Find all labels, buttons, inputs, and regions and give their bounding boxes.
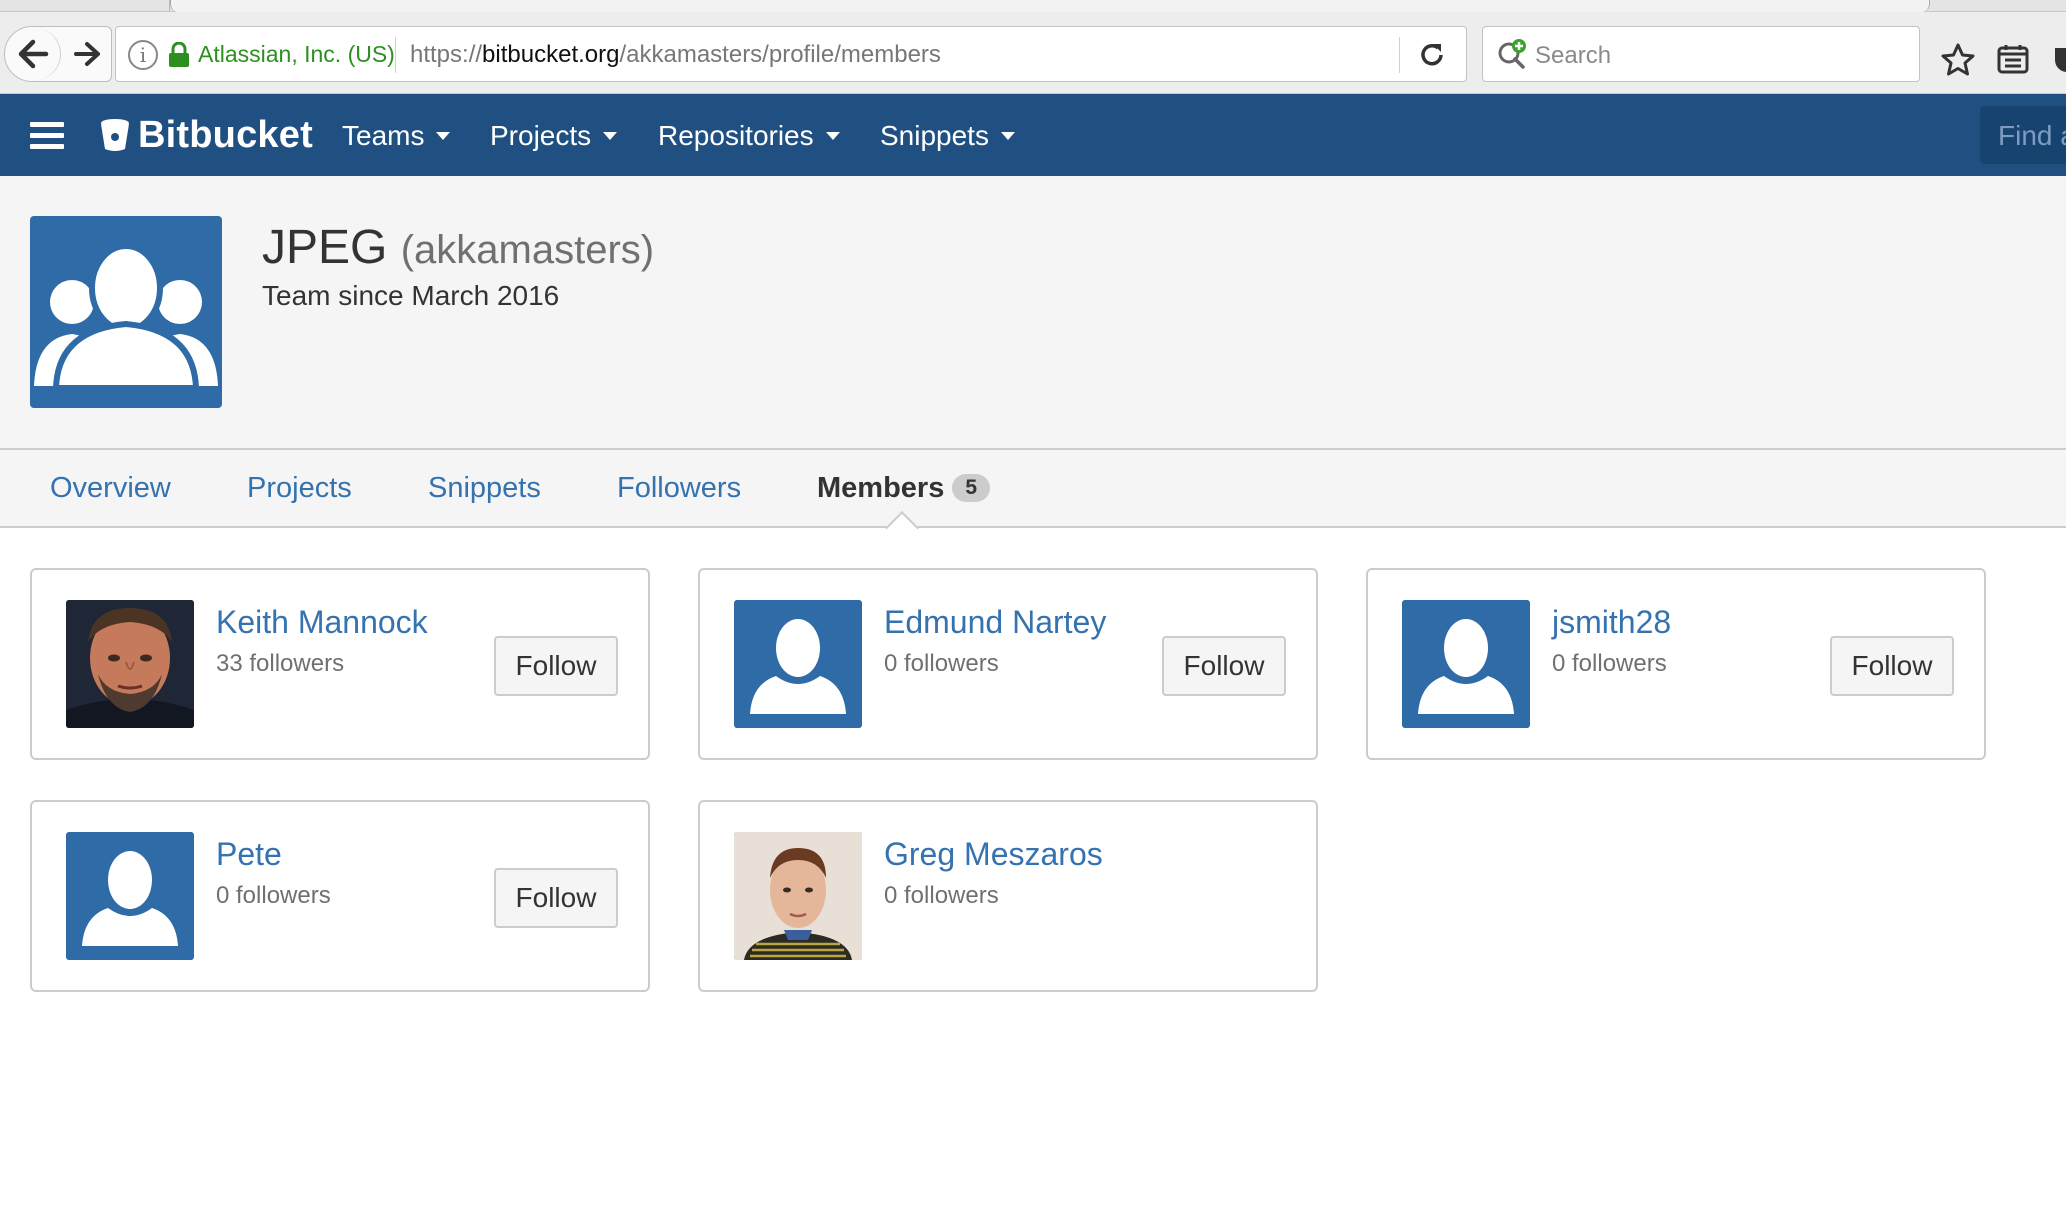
menu-label: Repositories bbox=[658, 120, 814, 151]
tab-overview[interactable]: Overview bbox=[50, 472, 171, 505]
members-count-badge: 5 bbox=[952, 474, 991, 502]
member-photo bbox=[66, 600, 194, 728]
bucket-icon bbox=[101, 119, 129, 151]
member-photo bbox=[734, 832, 862, 960]
member-followers: 33 followers bbox=[216, 650, 345, 677]
divider bbox=[1399, 37, 1400, 73]
follow-button[interactable]: Follow bbox=[1830, 636, 1954, 696]
lock-icon bbox=[169, 42, 189, 67]
team-since: Team since March 2016 bbox=[262, 280, 560, 311]
menu-label: Snippets bbox=[880, 120, 989, 151]
nav-buttons bbox=[4, 26, 112, 82]
reload-icon[interactable] bbox=[1416, 39, 1448, 71]
tab-followers[interactable]: Followers bbox=[617, 472, 741, 505]
caret-down-icon bbox=[603, 132, 618, 140]
back-button[interactable] bbox=[5, 27, 61, 81]
url-scheme: https:// bbox=[410, 41, 483, 68]
arrow-right-icon bbox=[74, 42, 100, 66]
logo-text: Bitbucket bbox=[138, 113, 313, 156]
caret-down-icon bbox=[1000, 132, 1015, 140]
tab-projects[interactable]: Projects bbox=[247, 472, 352, 505]
hamburger-menu-icon[interactable] bbox=[30, 122, 64, 149]
avatar[interactable] bbox=[734, 832, 862, 960]
avatar[interactable] bbox=[1402, 600, 1530, 728]
member-name[interactable]: Pete bbox=[216, 836, 282, 873]
arrow-left-icon bbox=[18, 39, 48, 69]
profile-header: JPEG (akkamasters) Team since March 2016 bbox=[0, 176, 2066, 450]
member-name[interactable]: Greg Meszaros bbox=[884, 836, 1103, 873]
url-domain: bitbucket.org bbox=[482, 41, 620, 68]
default-user-icon bbox=[750, 619, 846, 714]
caret-down-icon bbox=[825, 132, 840, 140]
profile-tabs: Overview Projects Snippets Followers Mem… bbox=[0, 450, 2066, 545]
avatar[interactable] bbox=[734, 600, 862, 728]
address-bar[interactable]: i Atlassian, Inc. (US) https://bitbucket… bbox=[115, 26, 1467, 82]
member-name[interactable]: Keith Mannock bbox=[216, 604, 428, 641]
follow-button[interactable]: Follow bbox=[1162, 636, 1286, 696]
member-card: Edmund Nartey 0 followers Follow bbox=[698, 568, 1318, 760]
team-avatar[interactable] bbox=[30, 216, 222, 408]
bitbucket-logo[interactable]: Bitbucket bbox=[100, 112, 313, 158]
member-card: Keith Mannock 33 followers Follow bbox=[30, 568, 650, 760]
search-icon bbox=[1498, 39, 1526, 69]
browser-tab[interactable] bbox=[0, 0, 170, 12]
tab-members-label: Members bbox=[817, 472, 945, 504]
team-people-icon bbox=[34, 243, 218, 391]
team-title: JPEG (akkamasters) bbox=[262, 220, 654, 275]
menu-projects[interactable]: Projects bbox=[490, 118, 618, 154]
menu-label: Projects bbox=[490, 120, 592, 151]
url-text[interactable]: https://bitbucket.org/akkamasters/profil… bbox=[410, 41, 941, 69]
member-followers: 0 followers bbox=[884, 882, 999, 909]
reading-list-icon[interactable] bbox=[1996, 42, 2030, 76]
url-path: /akkamasters/profile/members bbox=[619, 41, 941, 68]
member-followers: 0 followers bbox=[1552, 650, 1667, 677]
site-identity[interactable]: Atlassian, Inc. (US) bbox=[198, 41, 395, 68]
browser-tabstrip bbox=[0, 0, 2066, 12]
member-followers: 0 followers bbox=[216, 882, 331, 909]
tab-members[interactable]: Members 5 bbox=[817, 472, 991, 505]
caret-down-icon bbox=[436, 132, 451, 140]
search-placeholder: Search bbox=[1535, 42, 1612, 69]
member-card: Pete 0 followers Follow bbox=[30, 800, 650, 992]
default-user-icon bbox=[1418, 619, 1514, 714]
browser-toolbar: i Atlassian, Inc. (US) https://bitbucket… bbox=[0, 12, 2066, 94]
team-handle: (akkamasters) bbox=[400, 228, 655, 272]
default-user-icon bbox=[82, 851, 178, 946]
avatar[interactable] bbox=[66, 832, 194, 960]
bookmark-star-icon[interactable] bbox=[1940, 42, 1976, 78]
pocket-icon[interactable] bbox=[2052, 42, 2066, 76]
browser-tab-active[interactable] bbox=[170, 0, 1930, 12]
tab-snippets[interactable]: Snippets bbox=[428, 472, 541, 505]
forward-button[interactable] bbox=[63, 27, 111, 81]
search-field[interactable]: Search bbox=[1482, 26, 1920, 82]
avatar[interactable] bbox=[66, 600, 194, 728]
member-followers: 0 followers bbox=[884, 650, 999, 677]
member-card: jsmith28 0 followers Follow bbox=[1366, 568, 1986, 760]
member-name[interactable]: jsmith28 bbox=[1552, 604, 1671, 641]
find-input[interactable]: Find a bbox=[1980, 106, 2066, 164]
find-placeholder: Find a bbox=[1998, 120, 2066, 151]
menu-label: Teams bbox=[342, 120, 425, 151]
menu-repositories[interactable]: Repositories bbox=[658, 118, 840, 154]
info-icon[interactable]: i bbox=[128, 40, 158, 70]
follow-button[interactable]: Follow bbox=[494, 868, 618, 928]
member-card: Greg Meszaros 0 followers bbox=[698, 800, 1318, 992]
team-name: JPEG bbox=[262, 221, 388, 274]
follow-button[interactable]: Follow bbox=[494, 636, 618, 696]
divider bbox=[395, 37, 396, 73]
menu-snippets[interactable]: Snippets bbox=[880, 118, 1015, 154]
member-name[interactable]: Edmund Nartey bbox=[884, 604, 1106, 641]
active-tab-pointer bbox=[885, 511, 919, 545]
top-navigation: Bitbucket Teams Projects Repositories Sn… bbox=[0, 94, 2066, 176]
menu-teams[interactable]: Teams bbox=[342, 118, 451, 154]
